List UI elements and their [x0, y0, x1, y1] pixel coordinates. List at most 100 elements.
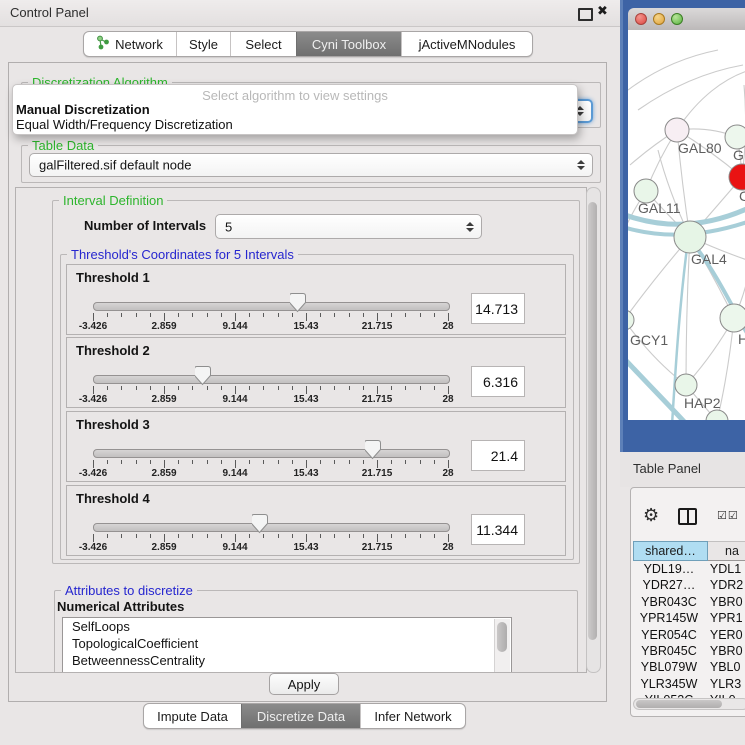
cell-shared-name[interactable]: YLR345W — [633, 676, 705, 692]
cell-shared-name[interactable]: YBR045C — [633, 643, 705, 659]
attribute-list-item[interactable]: BetweennessCentrality — [63, 652, 511, 669]
table-row[interactable]: YBL079WYBL0 — [633, 659, 745, 675]
network-node-hap2[interactable] — [675, 374, 697, 396]
table-data-select[interactable]: galFiltered.sif default node — [29, 153, 593, 177]
tab-jactivemnodules[interactable]: jActiveMNodules — [401, 32, 532, 56]
minor-tick — [121, 534, 122, 538]
group-title: Threshold's Coordinates for 5 Intervals — [67, 247, 298, 262]
slider-track[interactable] — [93, 523, 450, 532]
scrollbar-thumb[interactable] — [636, 700, 722, 708]
slider-handle[interactable] — [365, 440, 381, 460]
tick-label: 2.859 — [151, 542, 176, 553]
minor-tick — [207, 313, 208, 317]
vertical-scrollbar[interactable] — [586, 187, 601, 673]
tab-select[interactable]: Select — [230, 32, 296, 56]
network-node-gal80[interactable] — [665, 118, 689, 142]
minor-tick — [320, 534, 321, 538]
cell-name[interactable]: YPR1 — [705, 610, 745, 626]
zoom-window-icon[interactable] — [671, 13, 683, 25]
apply-button[interactable]: Apply — [269, 673, 339, 695]
major-tick — [93, 313, 94, 321]
tab-label: Style — [189, 37, 218, 52]
cell-shared-name[interactable]: YDL19… — [633, 561, 705, 577]
network-node-g[interactable] — [725, 125, 745, 149]
slider-track[interactable] — [93, 449, 450, 458]
cell-name[interactable]: YBR0 — [705, 643, 745, 659]
table-row[interactable]: YDL19…YDL1 — [633, 561, 745, 577]
cell-name[interactable]: YBL0 — [705, 659, 745, 675]
network-node-gal4[interactable] — [674, 221, 706, 253]
split-columns-icon[interactable] — [678, 508, 697, 525]
tick-label: 2.859 — [151, 468, 176, 479]
float-window-icon[interactable] — [578, 8, 593, 21]
tab-cyni-toolbox[interactable]: Cyni Toolbox — [296, 32, 401, 56]
tick-label: -3.426 — [79, 394, 107, 405]
tick-label: 9.144 — [222, 468, 247, 479]
cell-shared-name[interactable]: YER054C — [633, 627, 705, 643]
slider-handle[interactable] — [290, 293, 306, 313]
tab-style[interactable]: Style — [176, 32, 230, 56]
minimize-window-icon[interactable] — [653, 13, 665, 25]
threshold-value-field[interactable]: 11.344 — [471, 514, 525, 545]
minor-tick — [391, 386, 392, 390]
cell-name[interactable]: YER0 — [705, 627, 745, 643]
table-row[interactable]: YBR045CYBR0 — [633, 643, 745, 659]
table-row[interactable]: YER054CYER0 — [633, 627, 745, 643]
minor-tick — [363, 313, 364, 317]
cell-shared-name[interactable]: YBR043C — [633, 594, 705, 610]
tab-label: Network — [115, 37, 163, 52]
major-tick — [306, 313, 307, 321]
tab-impute-data[interactable]: Impute Data — [144, 704, 241, 728]
column-header-shared-name[interactable]: shared… — [633, 541, 708, 561]
cell-name[interactable]: YDL1 — [705, 561, 745, 577]
cell-name[interactable]: YBR0 — [705, 594, 745, 610]
slider-handle[interactable] — [195, 366, 211, 386]
threshold-value-field[interactable]: 6.316 — [471, 366, 525, 397]
scrollbar-thumb[interactable] — [588, 202, 597, 640]
threshold-panel-4: Threshold 4-3.4262.8599.14415.4321.71528… — [66, 485, 566, 556]
dropdown-item-equal-width-frequency[interactable]: Equal Width/Frequency Discretization — [16, 117, 233, 132]
num-intervals-value: 5 — [225, 219, 232, 234]
cell-name[interactable]: YLR3 — [705, 676, 745, 692]
network-window-titlebar[interactable] — [628, 8, 745, 31]
gear-icon[interactable]: ⚙ — [643, 505, 659, 526]
tab-discretize-data[interactable]: Discretize Data — [241, 704, 360, 728]
minor-tick — [278, 534, 279, 538]
minor-tick — [292, 460, 293, 464]
list-scrollbar[interactable] — [494, 619, 510, 673]
close-window-icon[interactable] — [635, 13, 647, 25]
minor-tick — [434, 460, 435, 464]
right-column: GAL80G.CGAL11GAL4GCY1HHAP2 Table Panel ⚙… — [620, 0, 745, 745]
checkbox-pair-icon[interactable]: ☑☑ — [717, 509, 739, 522]
close-icon[interactable]: ✖ — [597, 4, 608, 19]
minor-tick — [278, 313, 279, 317]
horizontal-scrollbar[interactable] — [633, 698, 745, 710]
cell-shared-name[interactable]: YDR27… — [633, 577, 705, 593]
threshold-value-field[interactable]: 21.4 — [471, 440, 525, 471]
slider-track[interactable] — [93, 375, 450, 384]
cell-name[interactable]: YDR2 — [705, 577, 745, 593]
slider-handle[interactable] — [252, 514, 268, 534]
tab-network[interactable]: Network — [84, 32, 176, 56]
minor-tick — [292, 534, 293, 538]
dropdown-item-manual-discretization[interactable]: Manual Discretization — [16, 102, 150, 117]
group-title: Table Data — [28, 138, 98, 153]
network-node-h[interactable] — [720, 304, 745, 332]
table-row[interactable]: YBR043CYBR0 — [633, 594, 745, 610]
tab-infer-network[interactable]: Infer Network — [360, 704, 465, 728]
minor-tick — [121, 460, 122, 464]
cell-shared-name[interactable]: YBL079W — [633, 659, 705, 675]
table-row[interactable]: YLR345WYLR3 — [633, 676, 745, 692]
cell-shared-name[interactable]: YPR145W — [633, 610, 705, 626]
attribute-list-item[interactable]: TopologicalCoefficient — [63, 635, 511, 652]
num-intervals-select[interactable]: 5 — [215, 214, 482, 239]
network-canvas[interactable]: GAL80G.CGAL11GAL4GCY1HHAP2 — [628, 30, 745, 420]
network-node-gcy1[interactable] — [628, 310, 634, 330]
column-header-name[interactable]: na — [708, 541, 745, 561]
minor-tick — [405, 313, 406, 317]
table-row[interactable]: YDR27…YDR2 — [633, 577, 745, 593]
table-row[interactable]: YPR145WYPR1 — [633, 610, 745, 626]
slider-track[interactable] — [93, 302, 450, 311]
threshold-value-field[interactable]: 14.713 — [471, 293, 525, 324]
attribute-list-item[interactable]: SelfLoops — [63, 618, 511, 635]
